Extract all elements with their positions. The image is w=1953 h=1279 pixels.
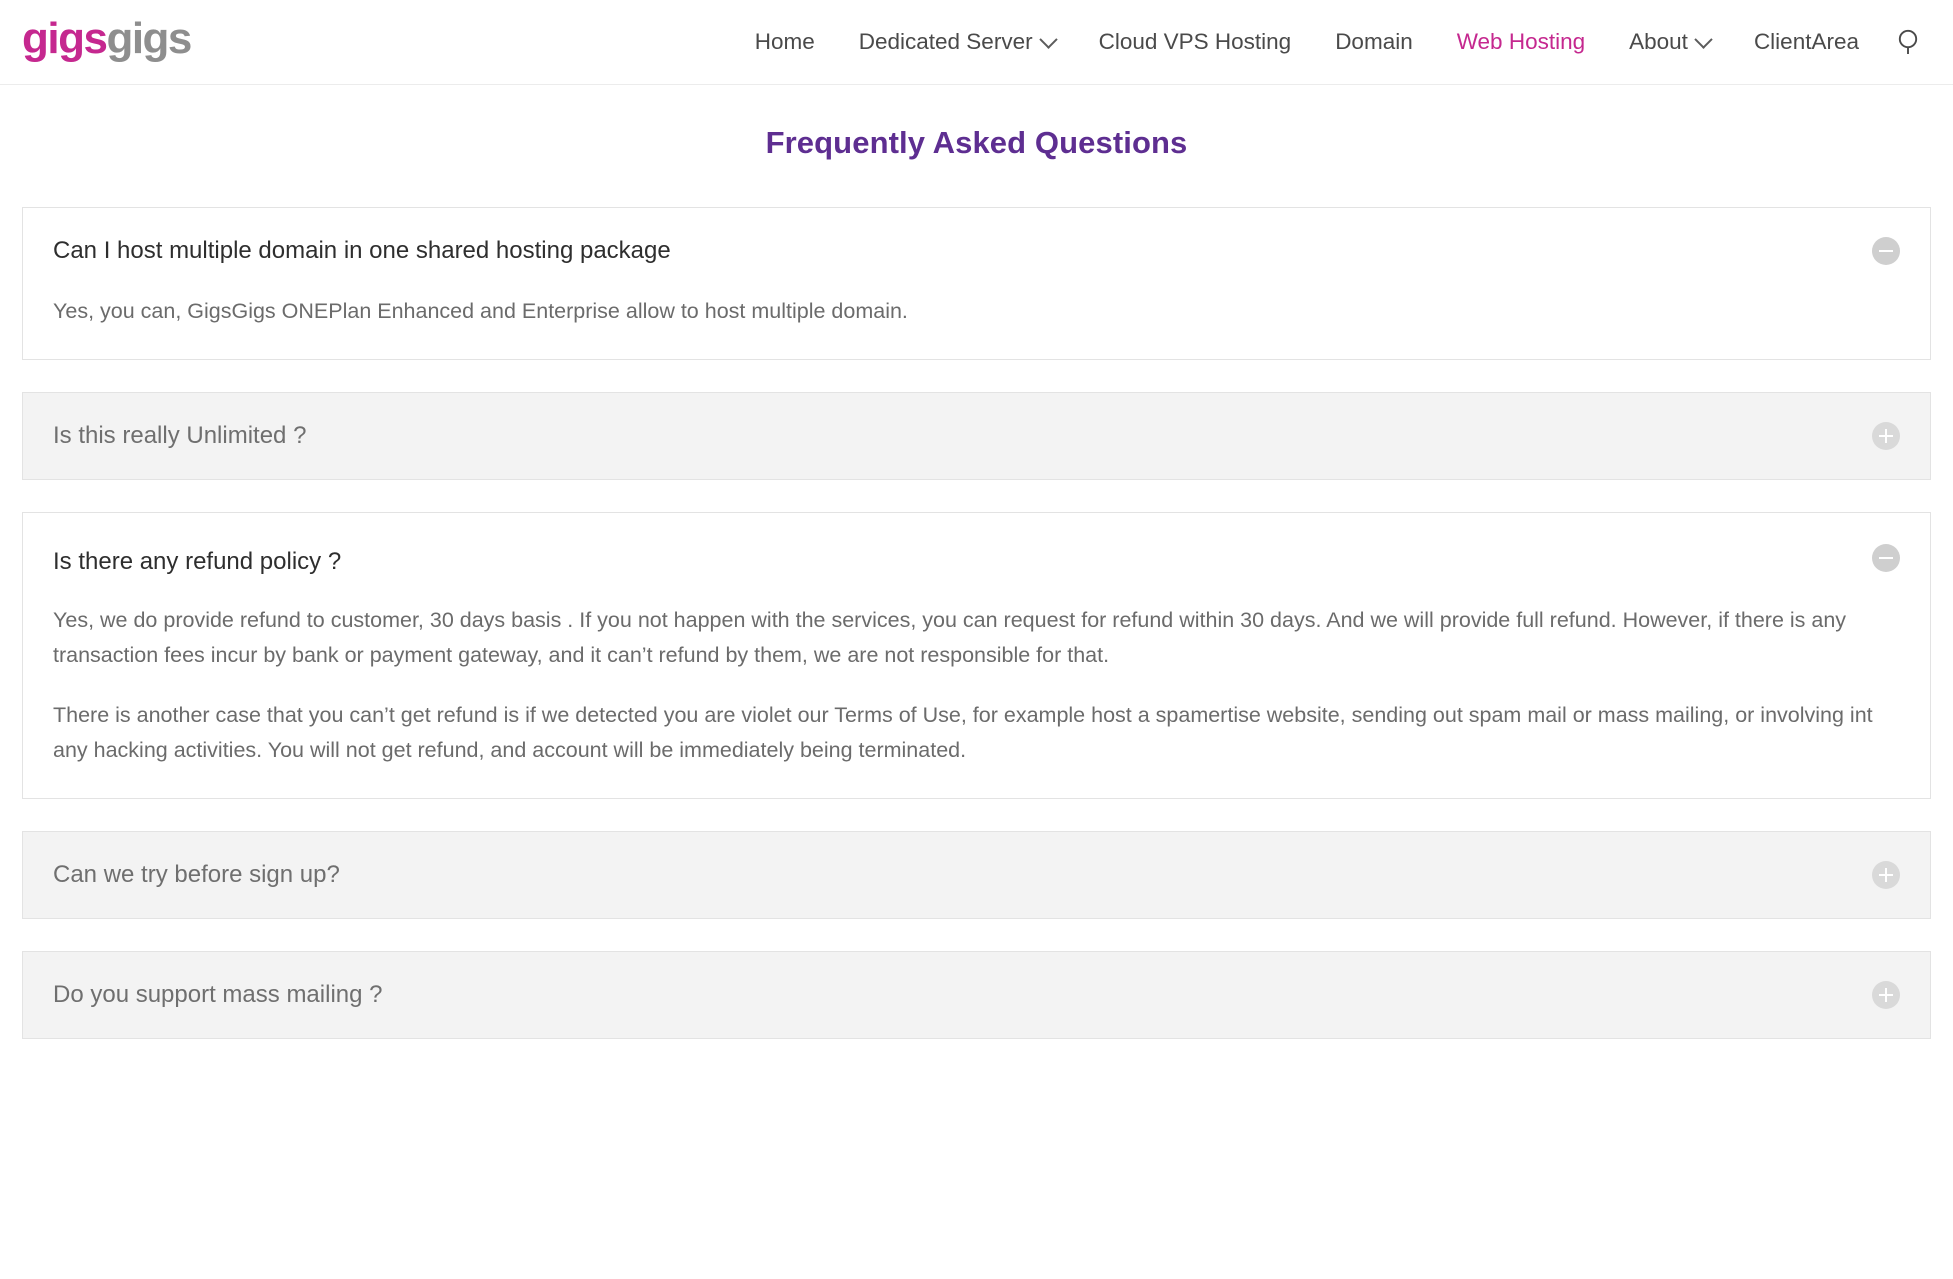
faq-question-header[interactable]: Can we try before sign up? xyxy=(23,832,1930,918)
nav-label: Home xyxy=(754,29,815,54)
faq-question-header[interactable]: Is this really Unlimited ? xyxy=(23,393,1930,479)
faq-question-text: Is there any refund policy ? xyxy=(53,547,342,575)
nav-item-clientarea[interactable]: ClientArea xyxy=(1732,29,1881,55)
nav-label: Web Hosting xyxy=(1456,29,1586,54)
faq-question-header[interactable]: Is there any refund policy ? xyxy=(23,513,1930,603)
plus-bar-vertical xyxy=(1884,988,1888,1003)
faq-item: Is there any refund policy ? Yes, we do … xyxy=(22,511,1931,800)
minus-bar xyxy=(1879,556,1893,560)
plus-circle-icon[interactable] xyxy=(1872,981,1900,1010)
faq-item: Can we try before sign up? xyxy=(22,831,1931,920)
main-navigation: Home Dedicated Server Cloud VPS Hosting … xyxy=(733,27,1931,57)
nav-item-web-hosting[interactable]: Web Hosting xyxy=(1435,29,1607,55)
minus-circle-icon[interactable] xyxy=(1872,543,1900,572)
plus-bar-vertical xyxy=(1884,868,1888,883)
faq-question-header[interactable]: Can I host multiple domain in one shared… xyxy=(23,208,1930,294)
minus-bar xyxy=(1879,249,1893,253)
faq-question-text: Is this really Unlimited ? xyxy=(53,421,307,449)
search-icon xyxy=(1898,29,1918,54)
nav-item-domain[interactable]: Domain xyxy=(1313,29,1435,55)
search-button[interactable] xyxy=(1895,27,1925,57)
faq-answer-paragraph: Yes, you can, GigsGigs ONEPlan Enhanced … xyxy=(53,299,908,323)
faq-question-text: Can we try before sign up? xyxy=(53,861,340,889)
logo-text-primary: gigs xyxy=(22,14,108,63)
faq-question-text: Can I host multiple domain in one shared… xyxy=(53,237,671,264)
nav-label: Dedicated Server xyxy=(858,29,1033,54)
plus-bar-vertical xyxy=(1884,428,1888,443)
faq-question-text: Do you support mass mailing ? xyxy=(53,981,383,1009)
faq-answer-body: Yes, you can, GigsGigs ONEPlan Enhanced … xyxy=(23,294,1930,359)
faq-accordion: Can I host multiple domain in one shared… xyxy=(22,207,1931,1040)
chevron-down-icon xyxy=(1038,29,1058,49)
plus-circle-icon[interactable] xyxy=(1872,861,1900,890)
faq-item: Is this really Unlimited ? xyxy=(22,391,1931,480)
logo-text-secondary: gigs xyxy=(106,14,192,63)
nav-label: About xyxy=(1629,29,1688,54)
nav-item-about[interactable]: About xyxy=(1607,29,1732,55)
faq-item: Can I host multiple domain in one shared… xyxy=(22,207,1931,360)
nav-item-cloud-vps-hosting[interactable]: Cloud VPS Hosting xyxy=(1077,29,1314,55)
faq-answer-body: Yes, we do provide refund to customer, 3… xyxy=(23,603,1930,798)
faq-answer-paragraph: Yes, we do provide refund to customer, 3… xyxy=(53,607,1847,667)
faq-answer-paragraph: There is another case that you can’t get… xyxy=(53,703,1873,763)
nav-item-dedicated-server[interactable]: Dedicated Server xyxy=(837,29,1077,55)
nav-label: ClientArea xyxy=(1753,29,1859,54)
nav-label: Domain xyxy=(1335,29,1413,54)
site-logo[interactable]: gigsgigs xyxy=(22,14,192,67)
site-header: gigsgigs Home Dedicated Server Cloud VPS… xyxy=(0,0,1953,85)
page-title: Frequently Asked Questions xyxy=(765,125,1188,160)
nav-item-home[interactable]: Home xyxy=(733,29,837,55)
chevron-down-icon xyxy=(1694,29,1713,49)
minus-circle-icon[interactable] xyxy=(1872,237,1900,265)
plus-circle-icon[interactable] xyxy=(1872,421,1900,450)
faq-item: Do you support mass mailing ? xyxy=(22,951,1931,1040)
nav-label: Cloud VPS Hosting xyxy=(1098,29,1292,54)
faq-question-header[interactable]: Do you support mass mailing ? xyxy=(23,952,1930,1038)
